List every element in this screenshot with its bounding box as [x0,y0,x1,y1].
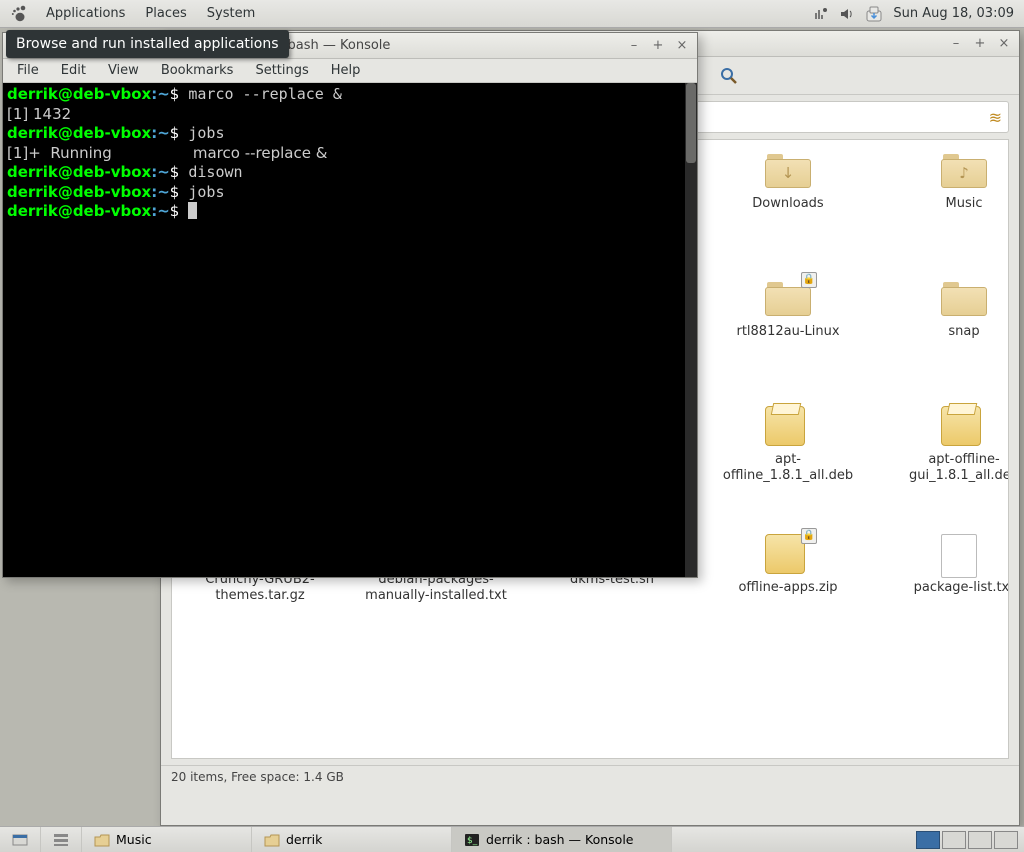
task-music[interactable]: Music [82,827,252,852]
clear-icon[interactable]: ≋ [989,108,1002,127]
workspace-4[interactable] [994,831,1018,849]
show-desktop-button[interactable] [0,827,41,852]
lock-icon: 🔒 [801,528,817,544]
file-apt-offline-deb[interactable]: apt-offline_1.8.1_all.deb [700,400,876,528]
folder-music[interactable]: ♪Music [876,144,1009,272]
folder-snap[interactable]: snap [876,272,1009,400]
top-panel: Applications Places System Sun Aug 18, 0… [0,0,1024,28]
task-konsole[interactable]: $_ derrik : bash — Konsole [452,827,672,852]
applications-tooltip: Browse and run installed applications [6,30,289,58]
menu-help[interactable]: Help [321,61,371,80]
fm-close-button[interactable]: × [997,37,1011,51]
task-label: Music [116,832,152,847]
fm-status-bar: 20 items, Free space: 1.4 GB [161,765,1019,787]
window-list-toggle[interactable] [41,827,82,852]
terminal-area[interactable]: derrik@deb-vbox:~$ marco --replace & [1]… [3,83,697,577]
folder-downloads[interactable]: ↓Downloads [700,144,876,272]
volume-icon[interactable] [839,6,855,22]
terminal-scrollbar[interactable] [685,83,697,577]
menu-view[interactable]: View [98,61,149,80]
task-label: derrik [286,832,322,847]
search-icon[interactable] [715,62,743,90]
menu-file[interactable]: File [7,61,49,80]
fm-maximize-button[interactable]: + [973,37,987,51]
workspace-3[interactable] [968,831,992,849]
konsole-minimize-button[interactable]: – [627,39,641,53]
panel-clock[interactable]: Sun Aug 18, 03:09 [893,6,1014,21]
task-label: derrik : bash — Konsole [486,832,634,847]
updates-icon[interactable] [865,5,883,23]
konsole-menubar: File Edit View Bookmarks Settings Help [3,59,697,83]
folder-rtl8812au[interactable]: 🔒rtl8812au-Linux [700,272,876,400]
fm-minimize-button[interactable]: – [949,37,963,51]
menu-edit[interactable]: Edit [51,61,96,80]
menu-bookmarks[interactable]: Bookmarks [151,61,244,80]
workspace-pager [910,831,1024,849]
konsole-title: : bash — Konsole [273,38,396,53]
konsole-close-button[interactable]: × [675,39,689,53]
file-package-list-txt[interactable]: package-list.txt [876,528,1009,656]
bottom-taskbar: Music derrik $_ derrik : bash — Konsole [0,826,1024,852]
konsole-window: : bash — Konsole – + × File Edit View Bo… [2,32,698,578]
network-icon[interactable] [813,6,829,22]
file-offline-apps-zip[interactable]: 🔒offline-apps.zip [700,528,876,656]
panel-menu-system[interactable]: System [197,0,265,27]
workspace-1[interactable] [916,831,940,849]
panel-menu-applications[interactable]: Applications [36,0,135,27]
file-apt-offline-gui-deb[interactable]: apt-offline-gui_1.8.1_all.deb [876,400,1009,528]
lock-icon: 🔒 [801,272,817,288]
svg-text:$_: $_ [467,836,478,846]
workspace-2[interactable] [942,831,966,849]
panel-tray: Sun Aug 18, 03:09 [813,5,1024,23]
menu-settings[interactable]: Settings [245,61,318,80]
task-derrik[interactable]: derrik [252,827,452,852]
gnome-foot-icon [8,3,30,25]
konsole-maximize-button[interactable]: + [651,39,665,53]
panel-menu-places[interactable]: Places [135,0,196,27]
